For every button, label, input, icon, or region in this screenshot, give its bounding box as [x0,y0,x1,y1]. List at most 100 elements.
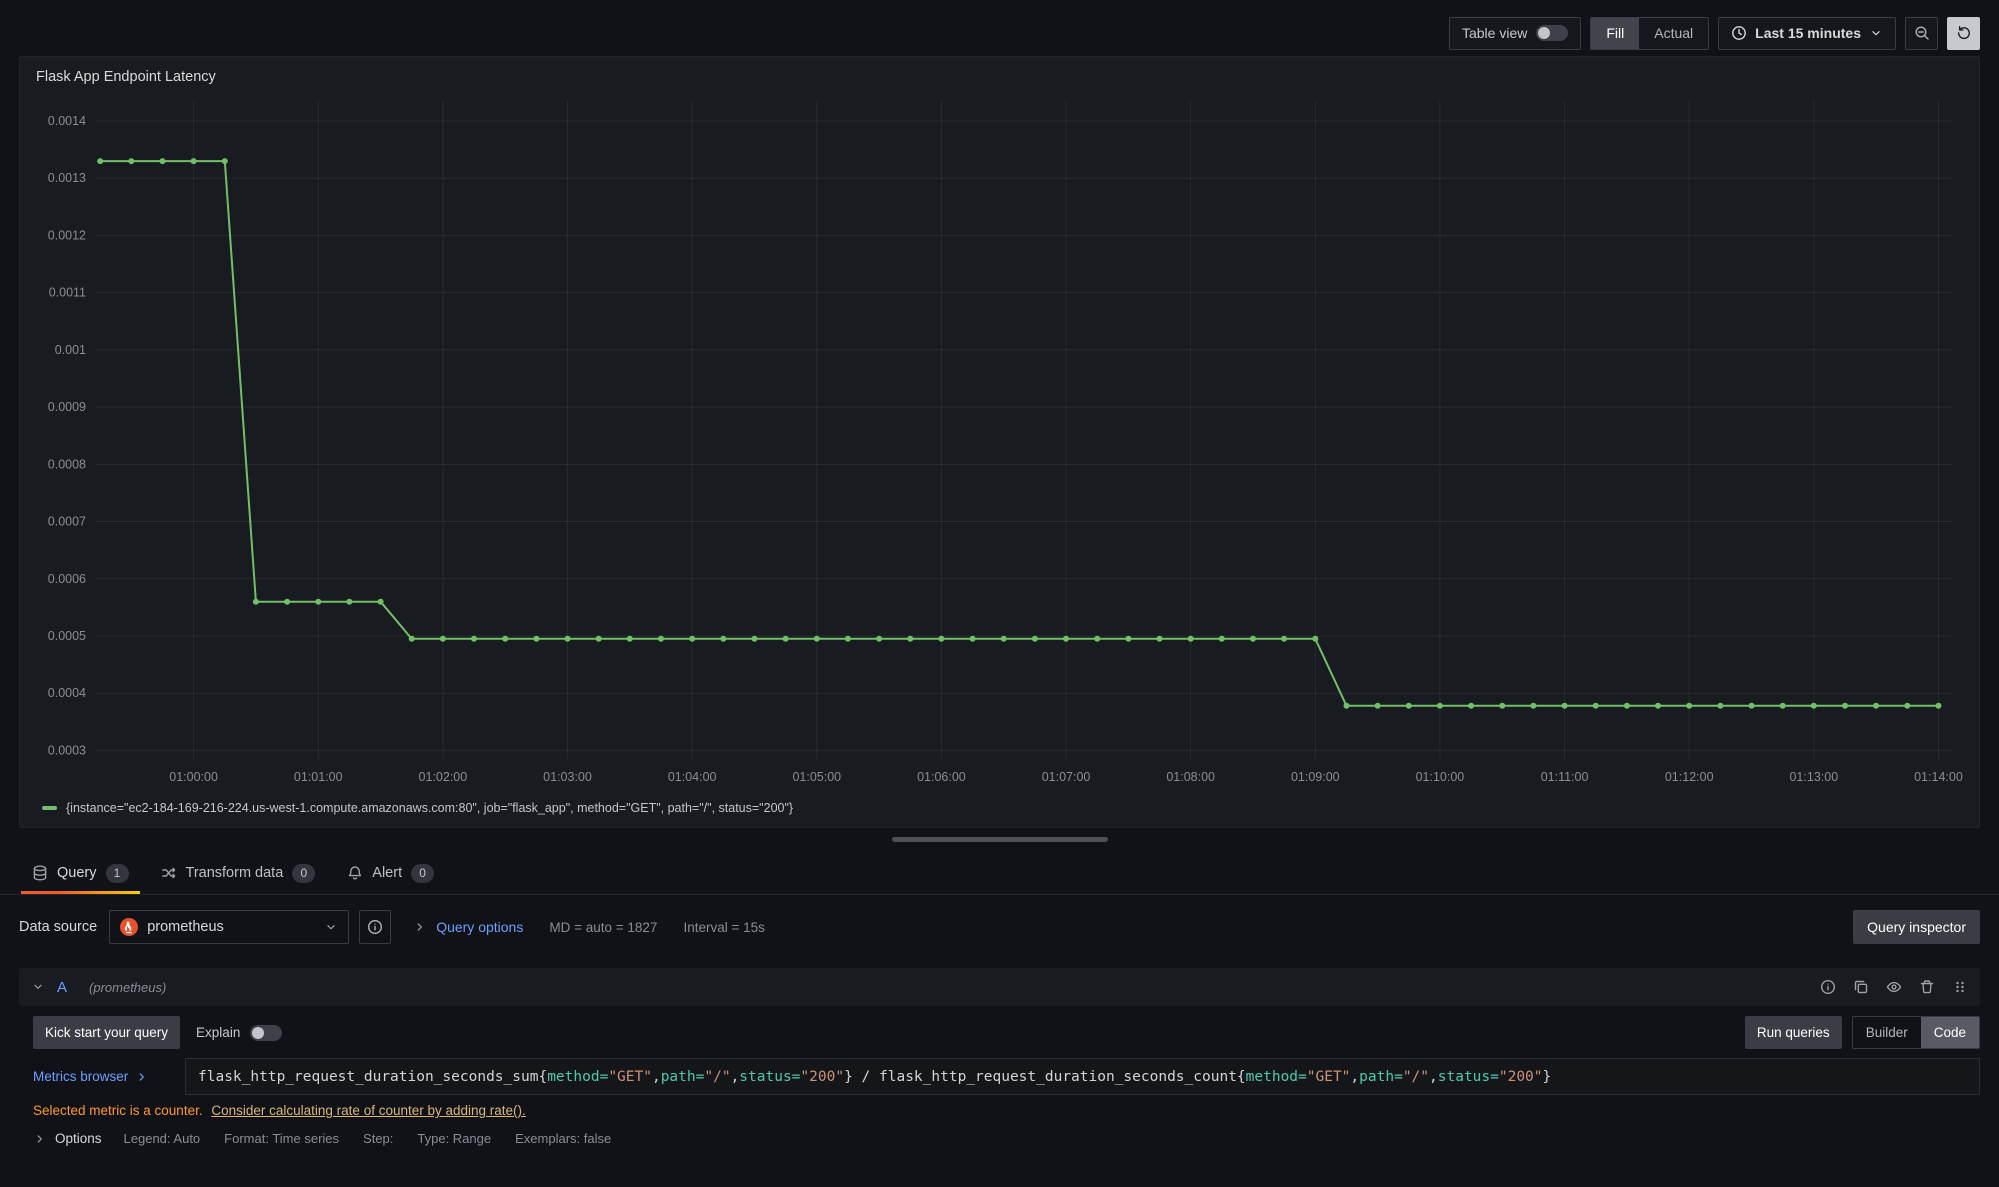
datasource-row: Data source prometheus Query options MD … [0,908,1999,946]
legend-item[interactable]: {instance="ec2-184-169-216-224.us-west-1… [42,801,793,815]
latency-time-series-chart[interactable]: 0.00030.00040.00050.00060.00070.00080.00… [32,93,1967,795]
refresh-icon [1956,25,1972,41]
option-summary-item: Format: Time series [224,1131,339,1146]
svg-text:0.0012: 0.0012 [48,228,86,242]
zoom-out-button[interactable] [1905,17,1938,50]
promql-expression[interactable]: flask_http_request_duration_seconds_sum{… [185,1058,1980,1095]
info-circle-icon [1820,979,1836,995]
transform-icon [161,865,177,881]
panel-title: Flask App Endpoint Latency [32,65,1967,93]
fill-button[interactable]: Fill [1591,18,1639,49]
explain-toggle[interactable] [250,1025,282,1041]
chevron-right-icon [33,1132,47,1146]
refresh-button[interactable] [1947,17,1980,50]
datasource-select[interactable]: prometheus [109,910,349,944]
explain-label: Explain [196,1025,240,1040]
options-label: Options [55,1131,102,1146]
svg-text:01:05:00: 01:05:00 [792,770,841,784]
editor-tabs: Query 1 Transform data 0 Alert 0 [0,852,1999,895]
svg-text:01:09:00: 01:09:00 [1291,770,1340,784]
query-row-actions [1820,979,1968,995]
option-summary-item: Legend: Auto [124,1131,201,1146]
add-rate-link[interactable]: Consider calculating rate of counter by … [211,1103,525,1118]
svg-text:01:08:00: 01:08:00 [1166,770,1215,784]
metrics-browser-toggle[interactable]: Metrics browser [33,1069,185,1084]
svg-text:0.0007: 0.0007 [48,515,86,529]
database-icon [32,865,48,881]
actual-button[interactable]: Actual [1639,18,1708,49]
expression-row: Metrics browser flask_http_request_durat… [33,1058,1980,1095]
copy-icon [1853,979,1869,995]
query-ref-id[interactable]: A [57,979,67,996]
query-options-toggle[interactable]: Query options [413,919,523,935]
tab-transform-label: Transform data [186,865,284,881]
legend-row: {instance="ec2-184-169-216-224.us-west-1… [32,795,1967,821]
counter-warning-text: Selected metric is a counter. [33,1103,203,1118]
query-collapse-button[interactable] [31,980,45,994]
datasource-value: prometheus [147,919,224,935]
fill-actual-group: Fill Actual [1590,17,1709,50]
query-options-label: Query options [436,919,523,935]
query-info-button[interactable] [1820,979,1836,995]
svg-text:01:03:00: 01:03:00 [543,770,592,784]
svg-text:01:01:00: 01:01:00 [294,770,343,784]
tab-alert-label: Alert [372,865,402,881]
tab-query[interactable]: Query 1 [19,852,142,894]
options-toggle[interactable]: Options [33,1131,102,1146]
panel-edit-toolbar: Table view Fill Actual Last 15 minutes [0,0,1999,56]
legend-series-swatch [42,806,57,810]
prometheus-icon [120,918,138,936]
chevron-down-icon [324,920,338,934]
svg-text:0.0011: 0.0011 [49,286,86,300]
svg-text:01:14:00: 01:14:00 [1914,770,1963,784]
query-editor-card: A (prometheus) [19,968,1980,1146]
query-editor-right-tools: Run queries Builder Code [1745,1016,1980,1049]
query-inspector-button[interactable]: Query inspector [1853,910,1980,944]
query-options-summary-row: Options Legend: Auto Format: Time series S… [33,1131,1980,1146]
datasource-help-button[interactable] [359,910,391,944]
builder-mode-button[interactable]: Builder [1853,1017,1921,1048]
tab-transform-count: 0 [292,864,315,883]
svg-text:01:12:00: 01:12:00 [1665,770,1714,784]
builder-code-switch: Builder Code [1852,1016,1980,1049]
tab-transform-data[interactable]: Transform data 0 [148,852,329,894]
time-range-picker[interactable]: Last 15 minutes [1718,17,1896,50]
tab-query-count: 1 [106,864,129,883]
explain-control: Explain [196,1025,282,1041]
search-minus-icon [1914,25,1930,41]
chevron-down-icon [31,980,45,994]
grip-icon [1952,979,1968,995]
eye-icon [1886,979,1902,995]
duplicate-query-button[interactable] [1853,979,1869,995]
svg-text:0.0006: 0.0006 [48,572,86,586]
option-summary-item: Exemplars: false [515,1131,611,1146]
hide-query-button[interactable] [1886,979,1902,995]
code-mode-button[interactable]: Code [1921,1017,1979,1048]
tab-alert[interactable]: Alert 0 [334,852,447,894]
svg-text:0.001: 0.001 [55,343,86,357]
svg-text:0.0009: 0.0009 [48,400,86,414]
query-editor-toolbar: Kick start your query Explain Run querie… [33,1016,1980,1049]
pane-resize-handle[interactable] [892,837,1108,842]
table-view-toggle[interactable] [1536,25,1568,41]
datasource-label: Data source [19,919,97,935]
info-circle-icon [367,919,383,935]
pane-splitter [0,828,1999,852]
max-data-points-text: MD = auto = 1827 [549,920,657,935]
option-summary-item: Step: [363,1131,393,1146]
chevron-down-icon [1869,26,1883,40]
legend-series-label: {instance="ec2-184-169-216-224.us-west-1… [66,801,793,815]
grafana-panel-edit-page: Table view Fill Actual Last 15 minutes F… [0,0,1999,1187]
svg-text:0.0014: 0.0014 [48,114,86,128]
counter-warning-row: Selected metric is a counter. Consider c… [33,1103,1980,1118]
kick-start-query-button[interactable]: Kick start your query [33,1016,180,1049]
svg-text:01:06:00: 01:06:00 [917,770,966,784]
tab-query-label: Query [57,865,97,881]
option-summary-item: Type: Range [417,1131,491,1146]
remove-query-button[interactable] [1919,979,1935,995]
svg-text:01:11:00: 01:11:00 [1541,770,1589,784]
svg-text:0.0003: 0.0003 [48,743,86,757]
drag-query-handle[interactable] [1952,979,1968,995]
run-queries-button[interactable]: Run queries [1745,1016,1842,1049]
query-datasource-hint: (prometheus) [89,980,166,995]
